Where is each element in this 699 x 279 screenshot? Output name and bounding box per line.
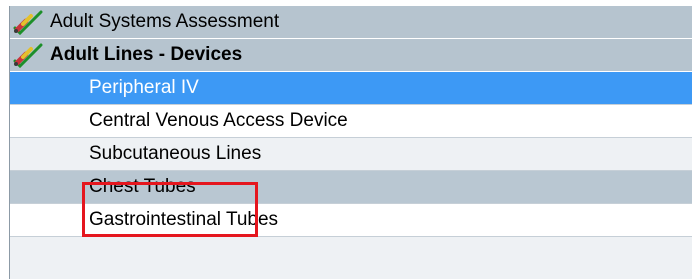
tree-item-label: Chest Tubes — [89, 176, 196, 197]
group-label: Adult Lines - Devices — [50, 44, 243, 65]
tree-item-central-venous-access-device[interactable]: Central Venous Access Device — [10, 105, 692, 138]
tree-item-label: Central Venous Access Device — [89, 110, 348, 131]
tree-item-label: Subcutaneous Lines — [89, 143, 262, 164]
tree-item-label: Gastrointestinal Tubes — [89, 209, 279, 230]
tree-item-subcutaneous-lines[interactable]: Subcutaneous Lines — [10, 138, 692, 171]
group-row-adult-systems-assessment[interactable]: Adult Systems Assessment — [10, 6, 692, 39]
tree-item-peripheral-iv[interactable]: Peripheral IV — [10, 72, 692, 105]
assessment-checkmark-icon — [13, 10, 43, 35]
tree-empty-row — [10, 237, 692, 279]
tree-item-label: Peripheral IV — [89, 77, 199, 98]
tree-item-chest-tubes[interactable]: Chest Tubes — [10, 171, 692, 204]
group-row-adult-lines-devices[interactable]: Adult Lines - Devices — [10, 39, 692, 72]
flowsheet-tree: Adult Systems Assessment Adult Lines - D… — [0, 0, 699, 279]
assessment-checkmark-icon — [13, 43, 43, 68]
tree-item-gastrointestinal-tubes[interactable]: Gastrointestinal Tubes — [10, 204, 692, 237]
group-label: Adult Systems Assessment — [50, 11, 280, 32]
